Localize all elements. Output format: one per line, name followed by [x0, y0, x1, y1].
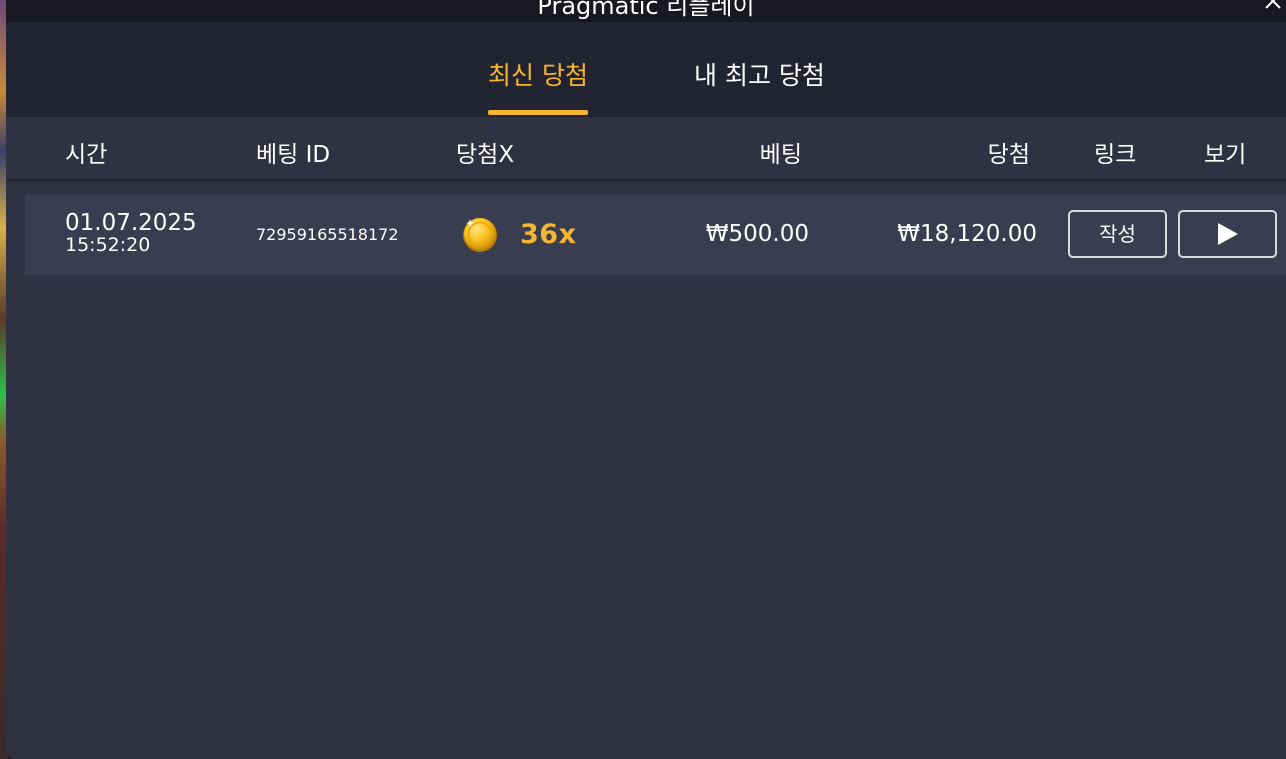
- tab-bar: 최신 당첨 내 최고 당첨: [6, 22, 1286, 117]
- column-header-bet: 베팅: [759, 142, 802, 168]
- coin-icon: [461, 215, 499, 253]
- table-row: 01.07.2025 15:52:20 72959165518172 36x ₩…: [25, 195, 1286, 275]
- play-icon: [1217, 222, 1238, 245]
- column-header-view: 보기: [1204, 142, 1247, 168]
- column-header-time: 시간: [65, 142, 108, 168]
- tab-my-best-wins[interactable]: 내 최고 당첨: [694, 56, 825, 115]
- bet-id: 72959165518172: [256, 225, 399, 244]
- column-header-multiplier: 당첨X: [456, 142, 515, 168]
- close-icon[interactable]: [1262, 0, 1284, 12]
- column-header-bet-id: 베팅 ID: [256, 142, 331, 168]
- win-amount: ₩18,120.00: [897, 221, 1037, 247]
- win-time: 15:52:20: [65, 234, 151, 256]
- win-multiplier: 36x: [520, 219, 577, 250]
- column-header-win: 당첨: [987, 142, 1030, 168]
- title-bar: Pragmatic 리플레이: [6, 0, 1286, 22]
- win-date: 01.07.2025: [65, 210, 197, 236]
- view-replay-button[interactable]: [1178, 210, 1277, 258]
- replay-modal: Pragmatic 리플레이 최신 당첨 내 최고 당첨 시간 베팅 ID 당첨…: [6, 0, 1286, 759]
- column-header-link: 링크: [1094, 142, 1137, 168]
- tab-latest-wins[interactable]: 최신 당첨: [488, 56, 588, 115]
- bet-amount: ₩500.00: [705, 221, 809, 247]
- modal-title: Pragmatic 리플레이: [537, 0, 755, 20]
- table-header: 시간 베팅 ID 당첨X 베팅 당첨 링크 보기: [6, 117, 1286, 179]
- create-link-button[interactable]: 작성: [1068, 210, 1167, 258]
